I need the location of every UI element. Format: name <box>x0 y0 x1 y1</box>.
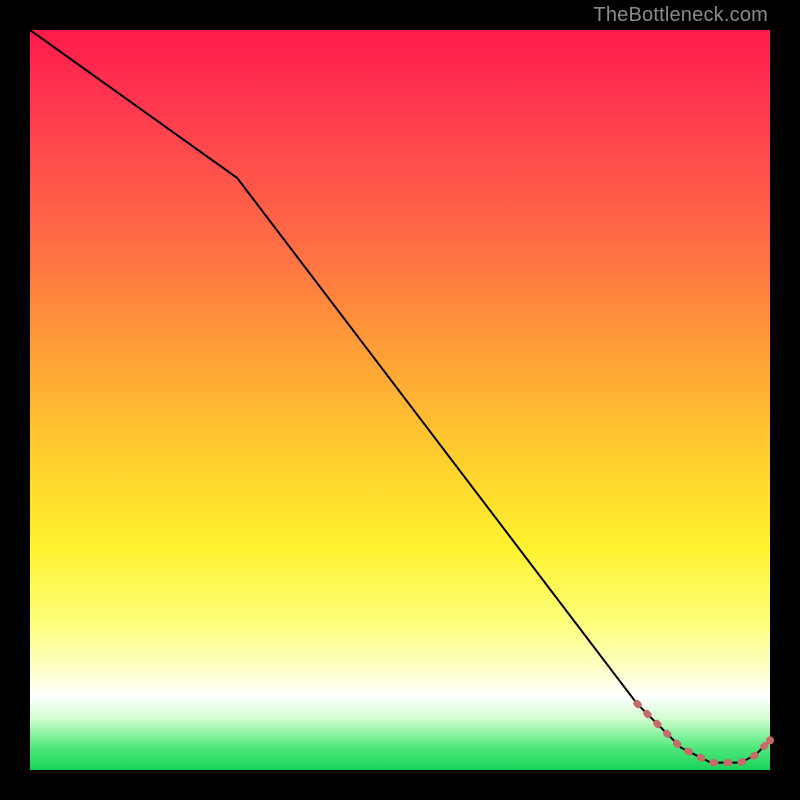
end-dot <box>766 736 774 744</box>
bottleneck-line <box>30 30 770 763</box>
watermark-text: TheBottleneck.com <box>593 4 768 27</box>
chart-stage: TheBottleneck.com <box>0 0 800 800</box>
chart-svg <box>30 30 770 770</box>
line-layer <box>30 30 770 763</box>
points-layer <box>637 703 774 762</box>
highlighted-points-path <box>637 703 770 762</box>
plot-area <box>30 30 770 770</box>
